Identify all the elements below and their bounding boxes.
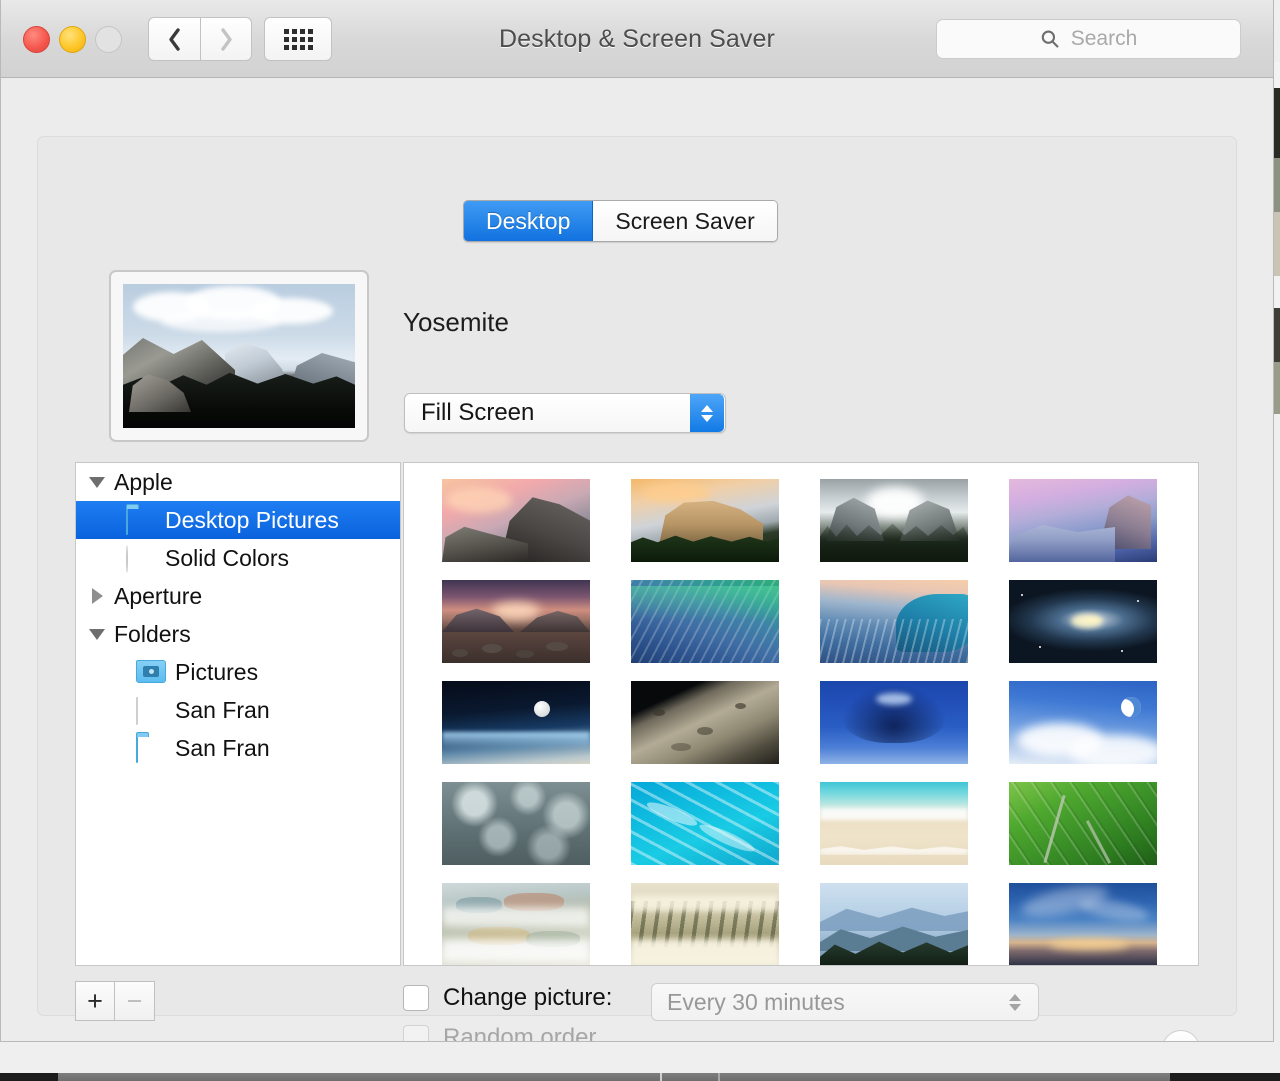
wallpaper-thumbnail[interactable] <box>631 681 779 764</box>
sidebar-item-desktop-pictures[interactable]: Desktop Pictures <box>76 501 400 539</box>
tab-desktop[interactable]: Desktop <box>464 201 594 241</box>
preference-pane-content: Desktop Screen Saver Yosemite Fill Scree… <box>1 78 1273 1041</box>
wallpaper-thumbnail[interactable] <box>1009 681 1157 764</box>
wallpaper-thumbnail[interactable] <box>631 479 779 562</box>
wallpaper-thumbnail[interactable] <box>442 580 590 663</box>
chevron-updown-icon <box>690 394 724 432</box>
wallpaper-thumbnail[interactable] <box>820 782 968 865</box>
add-folder-button[interactable]: + <box>75 981 115 1021</box>
wallpaper-thumbnail[interactable] <box>442 782 590 865</box>
tab-screen-saver[interactable]: Screen Saver <box>593 201 777 241</box>
search-field[interactable]: Search <box>936 19 1241 59</box>
sidebar-label: Pictures <box>175 658 259 685</box>
current-wallpaper-preview[interactable] <box>109 270 369 442</box>
folder-camera-icon <box>136 660 166 684</box>
wallpaper-thumbnail[interactable] <box>1009 479 1157 562</box>
random-order-checkbox <box>403 1025 429 1041</box>
search-icon <box>1041 30 1059 48</box>
dock-separator-b <box>718 1073 720 1081</box>
dock-strip-left-edge <box>0 1073 58 1081</box>
dock-strip <box>0 1073 1280 1081</box>
scale-popup-value: Fill Screen <box>421 399 535 426</box>
dock-separator-a <box>660 1073 662 1081</box>
change-interval-value: Every 30 minutes <box>667 988 845 1015</box>
sidebar-label: Solid Colors <box>165 544 289 571</box>
wallpaper-thumbnail[interactable] <box>1009 883 1157 965</box>
tab-bar: Desktop Screen Saver <box>463 200 778 242</box>
random-order-row: Random order <box>403 1024 597 1042</box>
help-button[interactable]: ? <box>1162 1030 1200 1041</box>
disclosure-triangle-down-icon[interactable] <box>86 628 108 640</box>
random-order-label: Random order <box>443 1024 597 1042</box>
sidebar-label: Desktop Pictures <box>165 506 339 533</box>
sidebar-item-solid-colors[interactable]: Solid Colors <box>76 539 400 577</box>
add-remove-folder-group: + − <box>75 981 155 1021</box>
wallpaper-name: Yosemite <box>403 307 509 337</box>
sidebar-label: Folders <box>114 620 191 647</box>
sidebar-item-san-fran-blue[interactable]: San Fran <box>76 729 400 767</box>
wallpaper-thumbnail[interactable] <box>1009 782 1157 865</box>
remove-folder-button: − <box>115 981 155 1021</box>
color-wheel-icon <box>126 545 156 573</box>
sidebar-item-pictures[interactable]: Pictures <box>76 653 400 691</box>
wallpaper-thumbnail[interactable] <box>820 681 968 764</box>
wallpaper-thumbnail[interactable] <box>631 580 779 663</box>
wallpaper-thumbnail[interactable] <box>1009 580 1157 663</box>
sidebar-label: San Fran <box>175 734 270 761</box>
window-titlebar: Desktop & Screen Saver Search <box>1 0 1273 78</box>
wallpaper-thumbnail[interactable] <box>442 681 590 764</box>
change-interval-popup: Every 30 minutes <box>651 983 1039 1021</box>
scale-popup-button[interactable]: Fill Screen <box>404 393 726 433</box>
system-preferences-window: Desktop & Screen Saver Search Desktop Sc… <box>0 0 1274 1042</box>
wallpaper-thumbnail[interactable] <box>631 883 779 965</box>
sidebar-group-folders[interactable]: Folders <box>76 615 400 653</box>
wallpaper-thumbnail[interactable] <box>442 883 590 965</box>
sidebar-label: Apple <box>114 468 173 495</box>
wallpaper-thumbnail[interactable] <box>442 479 590 562</box>
sidebar-group-aperture[interactable]: Aperture <box>76 577 400 615</box>
disclosure-triangle-right-icon[interactable] <box>86 588 108 604</box>
chevron-updown-icon <box>1000 993 1030 1011</box>
wallpaper-thumbnail[interactable] <box>820 479 968 562</box>
wallpaper-thumbnail[interactable] <box>820 580 968 663</box>
folder-empty-icon <box>136 697 166 725</box>
change-picture-row: Change picture: <box>403 984 612 1012</box>
wallpaper-grid <box>404 463 1198 965</box>
wallpaper-thumbnail[interactable] <box>631 782 779 865</box>
sidebar-group-apple[interactable]: Apple <box>76 463 400 501</box>
wallpaper-thumbnail[interactable] <box>820 883 968 965</box>
folder-blue-icon <box>136 735 166 763</box>
disclosure-triangle-down-icon[interactable] <box>86 476 108 488</box>
wallpaper-grid-panel[interactable] <box>403 462 1199 966</box>
change-picture-label: Change picture: <box>443 984 613 1011</box>
change-picture-checkbox[interactable] <box>403 985 429 1011</box>
sidebar-item-san-fran-empty[interactable]: San Fran <box>76 691 400 729</box>
sidebar-label: San Fran <box>175 696 270 723</box>
sidebar-label: Aperture <box>114 582 203 609</box>
folder-blue-icon <box>126 507 156 535</box>
dock-strip-right-edge <box>1170 1073 1280 1081</box>
preview-image-yosemite <box>123 284 355 428</box>
source-list[interactable]: Apple Desktop Pictures Solid Colors Aper… <box>75 462 401 966</box>
search-placeholder: Search <box>1070 27 1138 50</box>
